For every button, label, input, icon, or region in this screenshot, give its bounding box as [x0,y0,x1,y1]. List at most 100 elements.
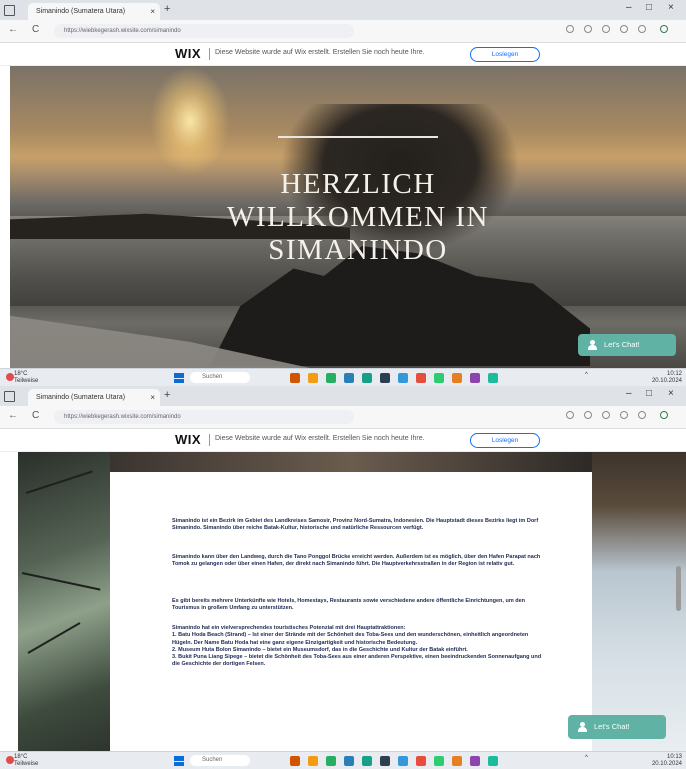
windows-start-icon[interactable] [174,756,184,766]
taskbar-app-icon[interactable] [326,373,336,383]
taskbar-app-icon[interactable] [470,756,480,766]
page-scrollbar[interactable] [676,566,681,611]
taskbar-app-icon[interactable] [290,373,300,383]
taskbar-app-icon[interactable] [380,756,390,766]
weather-widget[interactable]: 18°C Teilweise [14,371,38,385]
windows-start-icon[interactable] [174,373,184,383]
new-tab-icon[interactable]: + [164,389,170,401]
right-background-image [592,452,686,752]
browser-tab-bar: Simanindo (Sumatera Utara) × + – □ × [0,0,686,20]
chat-label: Let's Chat! [594,722,630,731]
copilot-icon[interactable] [660,411,668,419]
window-menu-icon[interactable] [4,391,15,402]
address-bar: ← C https://wiebkegerash.wixsite.com/sim… [0,20,686,43]
taskbar-app-icon[interactable] [452,373,462,383]
left-background-image [18,452,110,752]
new-tab-icon[interactable]: + [164,3,170,15]
taskbar: 18°C Teilweise Suchen ^ 10:12 20.10.2024 [0,368,686,386]
chat-button[interactable]: Let's Chat! [578,334,676,356]
tab-title: Simanindo (Sumatera Utara) [36,394,126,401]
taskbar-app-icon[interactable] [398,373,408,383]
favorites-icon[interactable] [584,25,592,33]
taskbar-app-icon[interactable] [470,373,480,383]
menu-icon[interactable] [638,25,646,33]
collections-icon[interactable] [602,25,610,33]
wix-banner: WIX Diese Website wurde auf Wix erstellt… [0,429,686,452]
profile-icon[interactable] [620,25,628,33]
tab-close-icon[interactable]: × [150,3,155,20]
taskbar-clock[interactable]: 10:13 20.10.2024 [652,754,682,768]
close-window-icon[interactable]: × [668,388,674,399]
collections-icon[interactable] [602,411,610,419]
weather-icon [6,756,14,764]
browser-tab-bar: Simanindo (Sumatera Utara) × + – □ × [0,386,686,406]
maximize-icon[interactable]: □ [646,388,652,399]
paragraph-facilities: Es gibt bereits mehrere Unterkünfte wie … [172,598,526,612]
window-menu-icon[interactable] [4,5,15,16]
profile-icon[interactable] [620,411,628,419]
taskbar-app-icon[interactable] [362,373,372,383]
taskbar-app-icon[interactable] [362,756,372,766]
wix-logo[interactable]: WIX [175,46,201,61]
taskbar-search[interactable]: Suchen [190,372,250,383]
taskbar-app-icon[interactable] [290,756,300,766]
taskbar-app-icon[interactable] [344,373,354,383]
weather-desc: Teilweise [14,761,39,767]
clock-time: 10:12 [666,371,682,377]
weather-icon [6,373,14,381]
favorites-icon[interactable] [584,411,592,419]
taskbar-app-icon[interactable] [488,373,498,383]
close-window-icon[interactable]: × [668,2,674,13]
hero-title: HERZLICH WILLKOMMEN IN SIMANINDO [227,168,489,266]
tab-close-icon[interactable]: × [150,389,155,406]
wix-banner-text: Diese Website wurde auf Wix erstellt. Er… [215,435,425,442]
hero-sun [150,66,230,176]
minimize-icon[interactable]: – [626,388,632,399]
url-field[interactable]: https://wiebkegerash.wixsite.com/simanin… [54,24,354,38]
taskbar-app-icon[interactable] [380,373,390,383]
reload-icon[interactable]: C [32,24,39,35]
browser-tab[interactable]: Simanindo (Sumatera Utara) × [28,389,160,406]
tray-chevron-icon[interactable]: ^ [585,755,588,761]
paragraph-access: Simanindo kann über den Landweg, durch d… [172,554,541,568]
weather-temp: 18°C [14,754,28,760]
taskbar-app-icon[interactable] [416,373,426,383]
menu-icon[interactable] [638,411,646,419]
copilot-icon[interactable] [660,25,668,33]
taskbar-app-icon[interactable] [416,756,426,766]
maximize-icon[interactable]: □ [646,2,652,13]
clock-time: 10:13 [666,754,682,760]
taskbar-app-icon[interactable] [434,373,444,383]
back-icon[interactable]: ← [8,24,18,35]
text-panel: Simanindo ist ein Bezirk im Gebiet des L… [110,472,592,752]
chat-button[interactable]: Let's Chat! [568,715,666,739]
browser-tab[interactable]: Simanindo (Sumatera Utara) × [28,3,160,20]
taskbar-search[interactable]: Suchen [190,755,250,766]
back-icon[interactable]: ← [8,410,18,421]
taskbar-app-icon[interactable] [452,756,462,766]
wix-logo[interactable]: WIX [175,432,201,447]
taskbar-app-icon[interactable] [308,373,318,383]
weather-widget[interactable]: 18°C Teilweise [14,754,38,768]
url-field[interactable]: https://wiebkegerash.wixsite.com/simanin… [54,410,354,424]
taskbar-app-icon[interactable] [488,756,498,766]
minimize-icon[interactable]: – [626,2,632,13]
wix-start-button[interactable]: Loslegen [470,47,540,62]
tray-chevron-icon[interactable]: ^ [585,372,588,378]
weather-temp: 18°C [14,371,28,377]
extension-icon[interactable] [566,411,574,419]
taskbar-app-icon[interactable] [326,756,336,766]
wix-start-button[interactable]: Loslegen [470,433,540,448]
wix-separator [209,434,210,446]
reload-icon[interactable]: C [32,410,39,421]
paragraph-attractions: Simanindo hat ein vielversprechendes tou… [172,625,542,668]
taskbar-clock[interactable]: 10:12 20.10.2024 [652,371,682,385]
content-page: Simanindo ist ein Bezirk im Gebiet des L… [18,452,686,752]
taskbar-app-icon[interactable] [434,756,444,766]
taskbar-app-icon[interactable] [398,756,408,766]
extension-icon[interactable] [566,25,574,33]
taskbar: 18°C Teilweise Suchen ^ 10:13 20.10.2024 [0,751,686,769]
taskbar-app-icon[interactable] [344,756,354,766]
taskbar-app-icon[interactable] [308,756,318,766]
weather-desc: Teilweise [14,378,39,384]
